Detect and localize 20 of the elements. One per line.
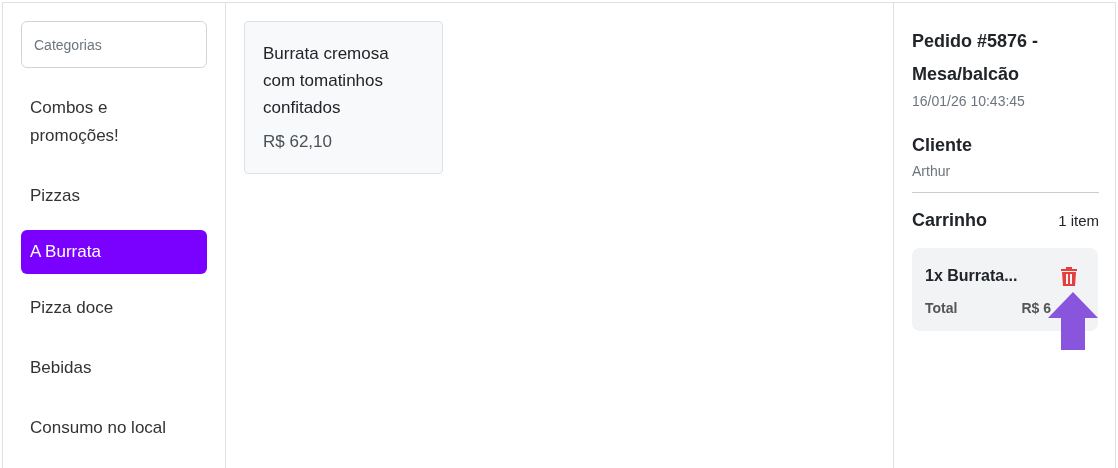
product-name: Burrata cremosa com tomatinhos confitados bbox=[263, 43, 390, 119]
product-card[interactable]: Burrata cremosa com tomatinhos confitados R$ 62,10 bbox=[244, 21, 443, 174]
order-datetime: 16/01/26 10:43:45 bbox=[912, 92, 1026, 111]
cart-count: 1 item bbox=[1058, 211, 1099, 231]
product-price: R$ 62,10 bbox=[263, 131, 333, 153]
category-item[interactable]: Pizzas bbox=[21, 170, 207, 222]
category-item[interactable]: Bebidas bbox=[21, 342, 207, 394]
category-item[interactable]: A Burrata bbox=[21, 230, 207, 274]
trash-icon[interactable] bbox=[1061, 266, 1077, 286]
client-name: Arthur bbox=[912, 162, 952, 181]
cart-item-name: 1x Burrata... bbox=[925, 266, 1018, 286]
category-item[interactable]: Combos e promoções! bbox=[21, 82, 207, 162]
order-title: Pedido #5876 - Mesa/balcão bbox=[912, 30, 1040, 86]
client-heading: Cliente bbox=[912, 134, 973, 157]
search-field[interactable]: Categorias bbox=[21, 21, 207, 68]
total-value: R$ 6 bbox=[1021, 299, 1051, 318]
total-label: Total bbox=[925, 299, 958, 318]
category-item[interactable]: Consumo no local bbox=[21, 402, 207, 454]
cart-heading: Carrinho bbox=[912, 209, 987, 232]
category-item[interactable]: Pizza doce bbox=[21, 282, 207, 334]
